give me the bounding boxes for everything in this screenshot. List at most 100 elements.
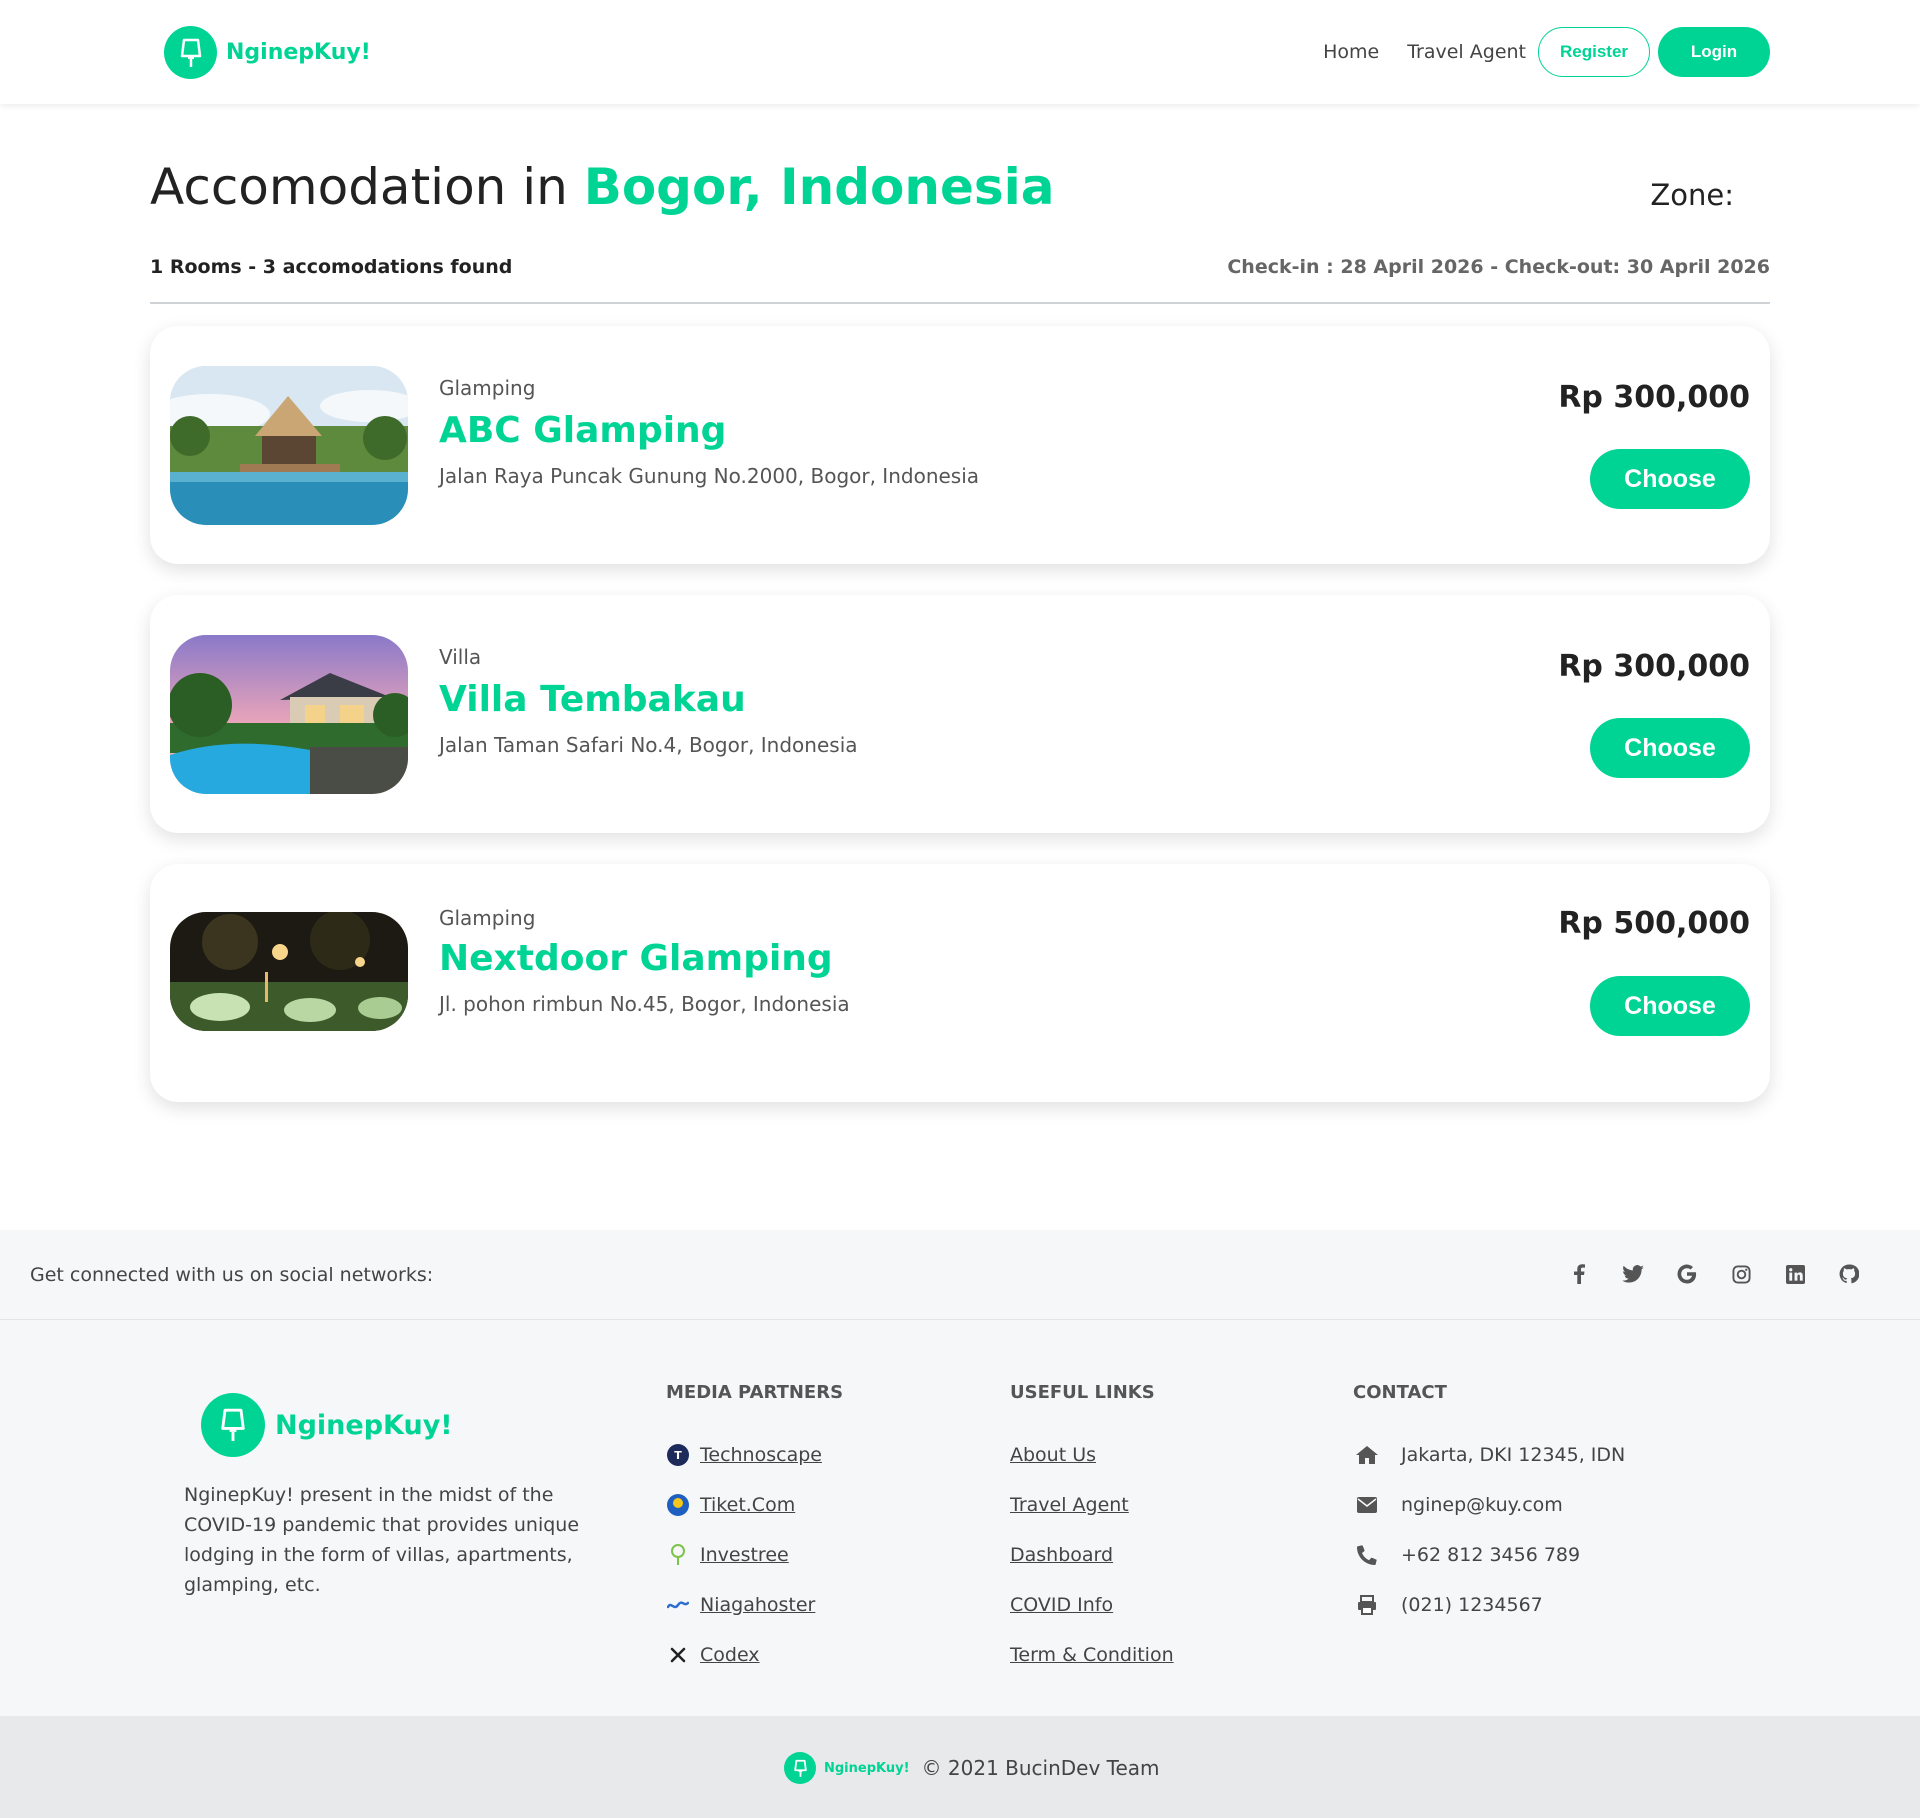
footer: NginepKuy! NginepKuy! present in the mid…	[0, 1320, 1920, 1716]
media-partner-item: Tiket.Com	[666, 1480, 822, 1530]
twitter-icon[interactable]	[1622, 1263, 1644, 1285]
home-icon	[1353, 1445, 1381, 1465]
accommodation-type: Villa	[439, 645, 482, 669]
contact-title: CONTACT	[1353, 1382, 1447, 1403]
useful-link-item: About Us	[1010, 1430, 1174, 1480]
media-partner-link[interactable]: Investree	[700, 1544, 789, 1566]
tiket-icon	[666, 1493, 690, 1517]
lamp-logo-icon	[164, 26, 217, 79]
codex-icon	[666, 1643, 690, 1667]
google-icon[interactable]	[1676, 1263, 1698, 1285]
nav-links: Home Travel Agent Register Login	[1313, 27, 1770, 77]
brand-logo-link[interactable]: NginepKuy!	[164, 26, 371, 79]
media-partner-item: T Technoscape	[666, 1430, 822, 1480]
footer-description: NginepKuy! present in the midst of the C…	[184, 1484, 580, 1596]
facebook-icon[interactable]	[1568, 1263, 1590, 1285]
footer-brand-name: NginepKuy!	[275, 1409, 453, 1441]
accommodation-name[interactable]: Nextdoor Glamping	[439, 938, 833, 979]
nav-link-home[interactable]: Home	[1313, 41, 1389, 63]
link-terms[interactable]: Term & Condition	[1010, 1644, 1174, 1666]
brand-name: NginepKuy!	[226, 40, 371, 65]
accommodation-price: Rp 500,000	[1558, 906, 1750, 941]
accommodation-photo-night-camp	[170, 912, 408, 1031]
useful-links-title: USEFUL LINKS	[1010, 1382, 1155, 1403]
accommodation-photo-villa-pool	[170, 635, 408, 794]
contact-item: (021) 1234567	[1353, 1580, 1625, 1630]
social-bar: Get connected with us on social networks…	[0, 1230, 1920, 1320]
accommodation-address: Jalan Taman Safari No.4, Bogor, Indonesi…	[439, 733, 858, 757]
phone-icon	[1353, 1545, 1381, 1565]
useful-links-list: About Us Travel Agent Dashboard COVID In…	[1010, 1430, 1174, 1680]
media-partner-item: Investree	[666, 1530, 822, 1580]
choose-button[interactable]: Choose	[1590, 718, 1750, 778]
contact-address: Jakarta, DKI 12345, IDN	[1401, 1444, 1626, 1466]
media-partners-title: MEDIA PARTNERS	[666, 1382, 844, 1403]
link-dashboard[interactable]: Dashboard	[1010, 1544, 1113, 1566]
accommodation-card: Glamping Nextdoor Glamping Jl. pohon rim…	[150, 864, 1770, 1102]
technoscape-icon: T	[666, 1443, 690, 1467]
media-partner-link[interactable]: Technoscape	[700, 1444, 822, 1466]
accommodation-type: Glamping	[439, 906, 536, 930]
accommodation-card: Glamping ABC Glamping Jalan Raya Puncak …	[150, 326, 1770, 564]
media-partner-item: Codex	[666, 1630, 822, 1680]
accommodation-name[interactable]: ABC Glamping	[439, 410, 726, 451]
contact-item: nginep@kuy.com	[1353, 1480, 1625, 1530]
accommodation-address: Jl. pohon rimbun No.45, Bogor, Indonesia	[439, 992, 850, 1016]
copyright-row: NginepKuy! © 2021 BucinDev Team	[784, 1752, 1160, 1784]
linkedin-icon[interactable]	[1784, 1263, 1806, 1285]
printer-icon	[1353, 1595, 1381, 1615]
page-title: Accomodation in Bogor, Indonesia	[150, 158, 1055, 216]
bottom-bar: NginepKuy! © 2021 BucinDev Team	[0, 1716, 1920, 1818]
github-icon[interactable]	[1838, 1263, 1860, 1285]
footer-brand[interactable]: NginepKuy!	[201, 1393, 453, 1457]
instagram-icon[interactable]	[1730, 1263, 1752, 1285]
accommodation-card: Villa Villa Tembakau Jalan Taman Safari …	[150, 595, 1770, 833]
niagahoster-icon	[666, 1593, 690, 1617]
link-about-us[interactable]: About Us	[1010, 1444, 1096, 1466]
contact-list: Jakarta, DKI 12345, IDN nginep@kuy.com +…	[1353, 1430, 1625, 1630]
accommodation-price: Rp 300,000	[1558, 649, 1750, 684]
accommodation-address: Jalan Raya Puncak Gunung No.2000, Bogor,…	[439, 464, 980, 488]
contact-item: Jakarta, DKI 12345, IDN	[1353, 1430, 1625, 1480]
useful-link-item: Dashboard	[1010, 1530, 1174, 1580]
media-partners-list: T Technoscape Tiket.Com Investree Niagah…	[666, 1430, 822, 1680]
results-summary: 1 Rooms - 3 accomodations found	[150, 256, 513, 278]
media-partner-link[interactable]: Tiket.Com	[700, 1494, 795, 1516]
navbar: NginepKuy! Home Travel Agent Register Lo…	[0, 0, 1920, 104]
investree-icon	[666, 1543, 690, 1567]
title-location: Bogor, Indonesia	[583, 158, 1055, 216]
login-button[interactable]: Login	[1658, 27, 1770, 77]
media-partner-item: Niagahoster	[666, 1580, 822, 1630]
envelope-icon	[1353, 1497, 1381, 1513]
contact-phone: +62 812 3456 789	[1401, 1544, 1581, 1566]
link-travel-agent[interactable]: Travel Agent	[1010, 1494, 1129, 1516]
choose-button[interactable]: Choose	[1590, 976, 1750, 1036]
accommodation-photo-glamping-pool	[170, 366, 408, 525]
lamp-logo-icon	[201, 1393, 265, 1457]
accommodation-name[interactable]: Villa Tembakau	[439, 679, 746, 720]
contact-email: nginep@kuy.com	[1401, 1494, 1563, 1516]
media-partner-link[interactable]: Codex	[700, 1644, 760, 1666]
useful-link-item: Term & Condition	[1010, 1630, 1174, 1680]
contact-item: +62 812 3456 789	[1353, 1530, 1625, 1580]
choose-button[interactable]: Choose	[1590, 449, 1750, 509]
lamp-logo-icon	[784, 1752, 816, 1784]
bottom-brand-name: NginepKuy!	[824, 1760, 910, 1776]
accommodation-price: Rp 300,000	[1558, 380, 1750, 415]
divider	[150, 302, 1770, 304]
useful-link-item: COVID Info	[1010, 1580, 1174, 1630]
media-partner-link[interactable]: Niagahoster	[700, 1594, 815, 1616]
zone-label: Zone:	[1650, 178, 1734, 212]
svg-text:T: T	[674, 1449, 682, 1462]
copyright-text: © 2021 BucinDev Team	[921, 1756, 1160, 1780]
accommodation-type: Glamping	[439, 376, 536, 400]
social-icons	[1568, 1263, 1860, 1285]
link-covid-info[interactable]: COVID Info	[1010, 1594, 1113, 1616]
stay-dates: Check-in : 28 April 2026 - Check-out: 30…	[1227, 256, 1770, 278]
contact-fax: (021) 1234567	[1401, 1594, 1543, 1616]
social-text: Get connected with us on social networks…	[30, 1264, 434, 1286]
register-button[interactable]: Register	[1538, 27, 1650, 77]
nav-link-travel-agent[interactable]: Travel Agent	[1397, 41, 1528, 63]
title-prefix: Accomodation in	[150, 158, 584, 216]
useful-link-item: Travel Agent	[1010, 1480, 1174, 1530]
